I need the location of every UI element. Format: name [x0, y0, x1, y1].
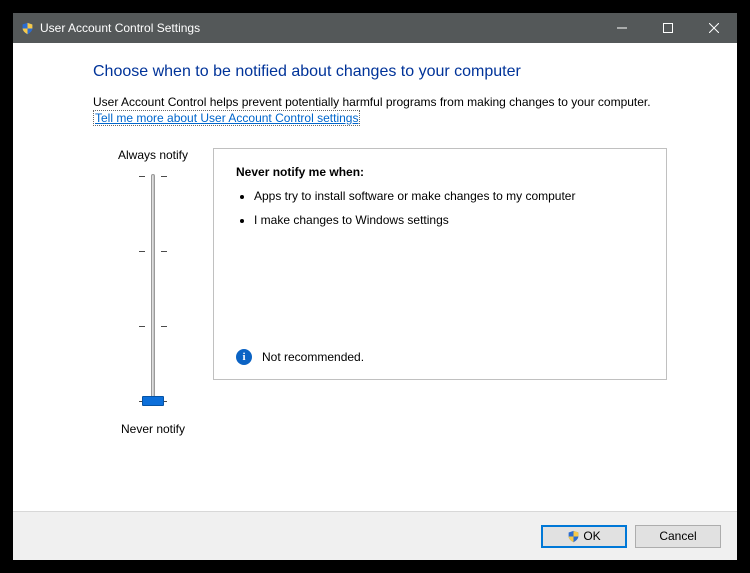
slider-rail [151, 174, 155, 404]
info-icon: i [236, 349, 252, 365]
recommendation-text: Not recommended. [262, 350, 364, 364]
slider-thumb[interactable] [142, 396, 164, 406]
help-text: User Account Control helps prevent poten… [93, 95, 667, 109]
slider-column: Always notify Never notify [93, 148, 213, 436]
content: Choose when to be notified about changes… [13, 43, 737, 511]
shield-icon [567, 530, 580, 543]
description-box: Never notify me when: Apps try to instal… [213, 148, 667, 380]
minimize-icon [617, 23, 627, 33]
notification-slider[interactable] [93, 174, 213, 404]
slider-tick [139, 176, 145, 177]
slider-tick [161, 251, 167, 252]
close-button[interactable] [691, 13, 737, 43]
shield-icon [21, 22, 34, 35]
page-heading: Choose when to be notified about changes… [93, 63, 667, 81]
maximize-icon [663, 23, 673, 33]
description-bullet: I make changes to Windows settings [254, 213, 644, 227]
recommendation-note: i Not recommended. [236, 349, 364, 365]
window-buttons [599, 13, 737, 43]
slider-label-top: Always notify [93, 148, 213, 162]
description-list: Apps try to install software or make cha… [236, 189, 644, 227]
slider-label-bottom: Never notify [93, 422, 213, 436]
learn-more-link[interactable]: Tell me more about User Account Control … [93, 110, 360, 126]
slider-tick [161, 176, 167, 177]
titlebar: User Account Control Settings [13, 13, 737, 43]
cancel-label: Cancel [659, 529, 696, 543]
minimize-button[interactable] [599, 13, 645, 43]
body: Always notify Never notify Never notify … [93, 148, 667, 436]
slider-tick [139, 251, 145, 252]
slider-tick [139, 326, 145, 327]
cancel-button[interactable]: Cancel [635, 525, 721, 548]
uac-window: User Account Control Settings Choose whe… [12, 12, 738, 561]
button-bar: OK Cancel [13, 511, 737, 560]
description-title: Never notify me when: [236, 165, 364, 179]
close-icon [709, 23, 719, 33]
ok-label: OK [583, 529, 600, 543]
description-bullet: Apps try to install software or make cha… [254, 189, 644, 203]
maximize-button[interactable] [645, 13, 691, 43]
slider-tick [161, 326, 167, 327]
ok-button[interactable]: OK [541, 525, 627, 548]
window-title: User Account Control Settings [40, 21, 200, 35]
